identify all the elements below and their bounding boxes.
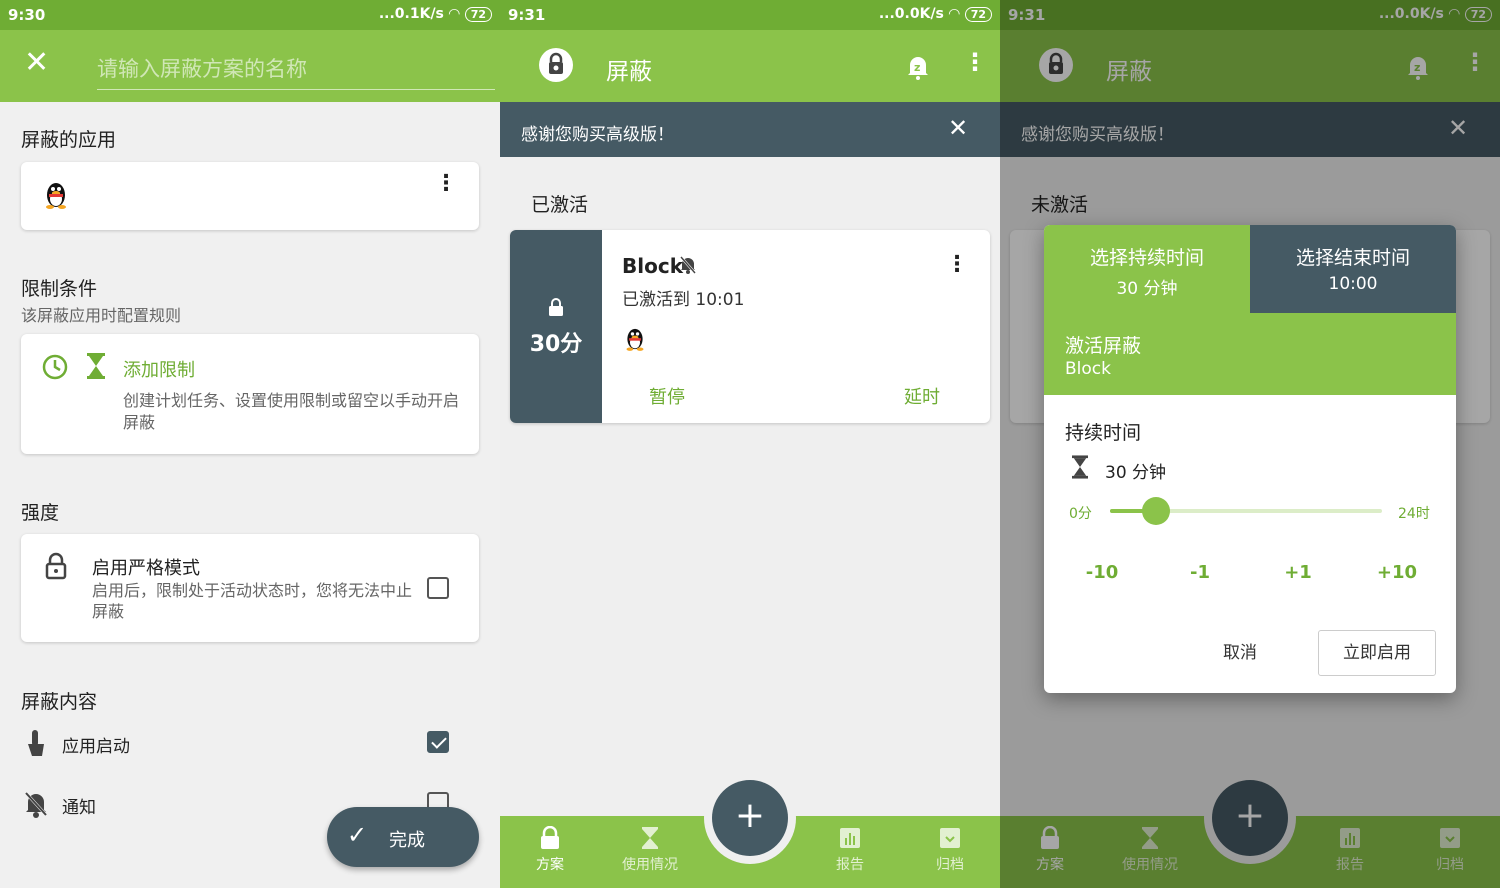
start-now-button[interactable]: 立即启用 — [1318, 630, 1436, 676]
notifications-off-icon — [680, 256, 696, 274]
tab-duration-title: 选择持续时间 — [1089, 247, 1204, 269]
strict-mode-checkbox[interactable] — [427, 577, 449, 599]
extend-button[interactable]: 延时 — [904, 383, 940, 409]
close-icon[interactable]: ✕ — [24, 48, 49, 78]
step-minus-1[interactable]: -1 — [1166, 562, 1234, 583]
section-title-content: 屏蔽内容 — [21, 691, 98, 713]
wifi-icon: ◠ — [948, 6, 960, 22]
content-launch-checkbox[interactable] — [427, 731, 449, 753]
strict-mode-description: 启用后，限制处于活动状态时，您将无法中止屏蔽 — [92, 581, 413, 621]
status-time: 9:31 — [508, 6, 546, 24]
section-title-apps: 屏蔽的应用 — [21, 129, 117, 151]
add-block-fab[interactable]: + — [712, 780, 788, 856]
touch-app-icon — [28, 730, 44, 756]
slider-min-label: 0分 — [1069, 506, 1092, 522]
bar-chart-nav-icon — [840, 828, 860, 848]
done-label: 完成 — [389, 830, 425, 851]
qq-app-icon — [46, 183, 66, 209]
add-limit-card[interactable]: 添加限制 创建计划任务、设置使用限制或留空以手动开启屏蔽 — [21, 334, 479, 454]
banner-text: 感谢您购买高级版！ — [521, 125, 674, 145]
lock-icon — [549, 298, 563, 316]
block-status: 已激活到 10:01 — [622, 290, 745, 310]
hourglass-icon — [1072, 455, 1088, 479]
more-vert-icon[interactable]: ⋮ — [435, 173, 457, 195]
nav-schemes[interactable]: 方案 — [520, 826, 580, 874]
step-minus-10[interactable]: -10 — [1068, 562, 1136, 583]
battery-icon: 72 — [464, 6, 492, 22]
nav-archive[interactable]: 归档 — [920, 826, 980, 874]
slider-thumb[interactable] — [1142, 497, 1171, 525]
clock-icon — [42, 354, 68, 380]
nav-archive-label: 归档 — [936, 857, 964, 873]
lock-icon — [45, 552, 67, 580]
block-more-icon[interactable]: ⋮ — [946, 254, 968, 276]
nav-reports-label: 报告 — [836, 857, 864, 873]
status-bar: 9:31 ...0.0K/s ◠ 72 — [500, 0, 1000, 30]
network-speed: ...0.1K/s — [378, 6, 444, 22]
duration-value: 30 分钟 — [1105, 463, 1167, 483]
section-title-limits: 限制条件 — [21, 278, 98, 300]
strict-mode-card[interactable]: 启用严格模式 启用后，限制处于活动状态时，您将无法中止屏蔽 — [21, 534, 479, 642]
check-icon: ✓ — [347, 821, 368, 849]
premium-banner: 感谢您购买高级版！ ✕ — [500, 102, 1000, 157]
banner-close-icon[interactable]: ✕ — [948, 114, 968, 142]
battery-icon: 72 — [964, 6, 992, 22]
scheme-name-input[interactable] — [97, 48, 495, 90]
strict-mode-title: 启用严格模式 — [92, 558, 200, 579]
block-card[interactable]: 30分 Block 已激活到 10:01 ⋮ 暂停 延时 — [510, 230, 990, 423]
status-bar: 9:30 ...0.1K/s ◠ 72 — [0, 0, 500, 30]
section-subtitle-limits: 该屏蔽应用时配置规则 — [21, 306, 182, 325]
hourglass-icon — [87, 353, 105, 379]
block-duration-panel: 30分 — [510, 230, 602, 423]
step-plus-1[interactable]: +1 — [1264, 562, 1332, 583]
section-active: 已激活 — [531, 194, 589, 216]
nav-reports[interactable]: 报告 — [820, 826, 880, 874]
cancel-button[interactable]: 取消 — [1204, 630, 1276, 676]
wifi-icon: ◠ — [448, 6, 460, 22]
block-name: Block — [622, 254, 683, 278]
done-button[interactable]: ✓ 完成 — [327, 807, 479, 867]
app-logo-icon — [539, 48, 573, 82]
app-bar: ✕ — [0, 30, 500, 102]
nav-schemes-label: 方案 — [536, 857, 564, 873]
edit-block-screen: 9:30 ...0.1K/s◠72 ✕ #p1 input::placehold… — [0, 0, 500, 888]
dialog-header: 激活屏蔽 Block — [1044, 313, 1456, 395]
content-notify-label: 通知 — [62, 798, 96, 818]
add-limit-description: 创建计划任务、设置使用限制或留空以手动开启屏蔽 — [123, 391, 460, 432]
archive-nav-icon — [940, 828, 960, 848]
blocked-app-card[interactable]: ⋮ — [21, 162, 479, 230]
duration-slider[interactable] — [1110, 497, 1382, 525]
section-title-strength: 强度 — [21, 502, 60, 524]
block-duration: 30分 — [529, 332, 583, 357]
hourglass-nav-icon — [642, 827, 658, 849]
content-launch-label: 应用启动 — [62, 737, 130, 757]
slider-max-label: 24时 — [1398, 506, 1430, 522]
pause-button[interactable]: 暂停 — [649, 383, 685, 409]
nav-usage-label: 使用情况 — [622, 857, 678, 873]
blocks-list-screen: 9:31 ...0.0K/s ◠ 72 屏蔽 z ⋮ 感谢您购买高级版！ ✕ 已激活… — [500, 0, 1000, 888]
qq-app-icon — [626, 328, 644, 351]
duration-label: 持续时间 — [1065, 422, 1142, 444]
app-bar: 屏蔽 z ⋮ — [500, 30, 1000, 102]
step-plus-10[interactable]: +10 — [1363, 562, 1431, 583]
status-time: 9:30 — [8, 6, 46, 24]
nav-usage[interactable]: 使用情况 — [614, 826, 686, 874]
notifications-off-icon — [24, 791, 48, 818]
lock-nav-icon — [541, 826, 559, 849]
tab-end-time-value: 10:00 — [1328, 274, 1378, 294]
network-speed: ...0.0K/s — [878, 6, 944, 22]
add-limit-label: 添加限制 — [123, 360, 195, 381]
tab-end-time[interactable]: 选择结束时间 10:00 — [1250, 225, 1456, 313]
overflow-menu-icon[interactable]: ⋮ — [963, 50, 987, 74]
activate-block-screen: 9:31 ...0.0K/s ◠ 72 屏蔽 z ⋮ 感谢您购买高级版！ ✕ 未激活… — [1000, 0, 1500, 888]
app-title: 屏蔽 — [606, 59, 652, 85]
dialog-title: 激活屏蔽 — [1065, 335, 1142, 357]
tab-end-time-title: 选择结束时间 — [1295, 247, 1410, 269]
activate-dialog: 选择持续时间 30 分钟 选择结束时间 10:00 激活屏蔽 Block 持续时… — [1044, 225, 1456, 693]
svg-text:z: z — [914, 61, 920, 74]
tab-duration-value: 30 分钟 — [1116, 279, 1178, 299]
dialog-block-name: Block — [1065, 359, 1111, 379]
snooze-notification-icon[interactable]: z — [906, 54, 930, 80]
tab-duration[interactable]: 选择持续时间 30 分钟 — [1044, 225, 1250, 313]
